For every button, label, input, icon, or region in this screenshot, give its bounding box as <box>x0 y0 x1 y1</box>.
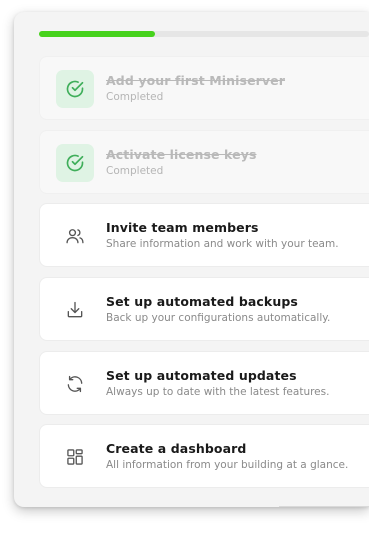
task-title: Set up automated updates <box>106 368 297 383</box>
task-card-automated-updates[interactable]: Set up automated updates Always up to da… <box>39 351 369 415</box>
check-circle-icon <box>56 144 94 182</box>
task-title: Set up automated backups <box>106 294 298 309</box>
task-title: Activate license keys <box>106 147 257 162</box>
users-icon <box>56 217 94 255</box>
task-card-add-miniserver[interactable]: Add your first Miniserver Completed <box>39 56 369 120</box>
check-circle-icon <box>56 70 94 108</box>
task-card-invite-team[interactable]: Invite team members Share information an… <box>39 203 369 267</box>
task-card-automated-backups[interactable]: Set up automated backups Back up your co… <box>39 277 369 341</box>
task-title: Add your first Miniserver <box>106 73 286 88</box>
download-icon <box>56 291 94 329</box>
task-title: Invite team members <box>106 220 259 235</box>
dashboard-grid-icon <box>56 438 94 476</box>
task-subtitle: All information from your building at a … <box>106 459 349 471</box>
task-subtitle: Back up your configurations automaticall… <box>106 312 331 324</box>
progress-bar-fill <box>39 31 155 37</box>
task-subtitle: Completed <box>106 91 164 103</box>
task-title: Create a dashboard <box>106 441 247 456</box>
task-subtitle: Always up to date with the latest featur… <box>106 386 330 398</box>
task-card-activate-license[interactable]: Activate license keys Completed <box>39 130 369 194</box>
task-card-create-dashboard[interactable]: Create a dashboard All information from … <box>39 424 369 488</box>
onboarding-checklist-panel: Add your first Miniserver Completed Acti… <box>14 12 369 507</box>
progress-bar <box>39 31 369 37</box>
task-subtitle: Share information and work with your tea… <box>106 238 339 250</box>
scroll-indicator <box>279 506 369 507</box>
task-subtitle: Completed <box>106 165 164 177</box>
refresh-icon <box>56 365 94 403</box>
